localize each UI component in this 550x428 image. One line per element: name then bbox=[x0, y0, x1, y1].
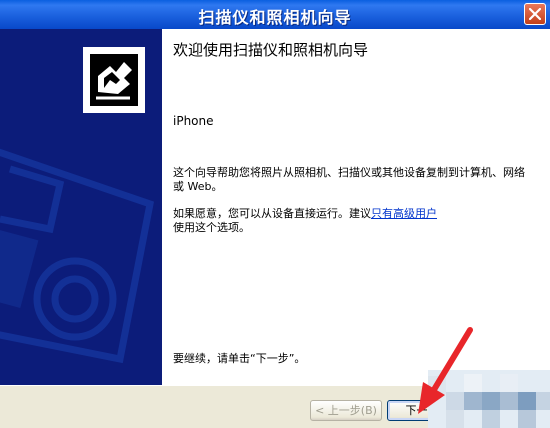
window-title: 扫描仪和照相机向导 bbox=[198, 8, 352, 27]
advanced-note-suffix: 使用这个选项。 bbox=[173, 221, 250, 234]
advanced-note: 如果愿意，您可以从设备直接运行。建议只有高级用户 使用这个选项。 bbox=[173, 207, 528, 235]
wizard-description: 这个向导帮助您将照片从照相机、扫描仪或其他设备复制到计算机、网络或 Web。 bbox=[173, 166, 525, 193]
device-name: iPhone bbox=[173, 114, 214, 128]
wizard-heading: 欢迎使用扫描仪和照相机向导 bbox=[173, 41, 369, 59]
close-button[interactable] bbox=[524, 3, 546, 25]
advanced-users-link[interactable]: 只有高级用户 bbox=[371, 207, 437, 220]
content-panel: 欢迎使用扫描仪和照相机向导 iPhone 这个向导帮助您将照片从照相机、扫描仪或… bbox=[162, 29, 550, 385]
close-icon bbox=[529, 8, 541, 20]
back-button[interactable]: < 上一步(B) bbox=[310, 400, 382, 421]
wizard-arrow-icon bbox=[96, 62, 132, 100]
advanced-note-text: 如果愿意，您可以从设备直接运行。建议 bbox=[173, 207, 371, 220]
title-bar[interactable]: 扫描仪和照相机向导 bbox=[0, 0, 550, 29]
pixelated-region bbox=[428, 370, 550, 428]
wizard-logo bbox=[83, 47, 145, 113]
side-panel bbox=[0, 29, 162, 385]
continue-instruction: 要继续，请单击“下一步”。 bbox=[173, 352, 306, 365]
